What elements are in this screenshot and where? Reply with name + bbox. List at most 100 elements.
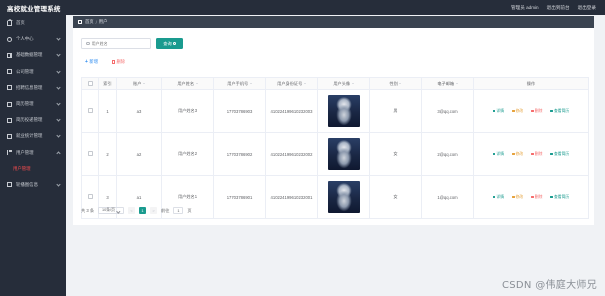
row-select-cell[interactable]: [81, 132, 99, 176]
delete-row-button[interactable]: 删除: [531, 109, 542, 114]
sidebar-item-personal-center[interactable]: 个人中心: [0, 31, 66, 47]
sort-icon[interactable]: [399, 82, 402, 84]
column-header-phone[interactable]: 用户手机号: [213, 77, 266, 90]
view-resume-button[interactable]: 查看简历: [550, 152, 569, 157]
sort-icon[interactable]: [303, 82, 306, 84]
trash-icon: [112, 60, 116, 64]
logout-link[interactable]: 退出登录: [578, 5, 596, 11]
home-icon: [78, 20, 82, 24]
cell-gender: 女: [369, 132, 422, 176]
detail-button[interactable]: 详情: [492, 152, 504, 157]
sort-icon[interactable]: [195, 82, 198, 84]
sort-icon[interactable]: [351, 82, 354, 84]
detail-icon: [492, 152, 496, 156]
cell-idcard: 410224199610232002: [265, 132, 318, 176]
row-checkbox[interactable]: [87, 108, 93, 113]
goto-page-input[interactable]: 1: [173, 207, 184, 214]
view-resume-button[interactable]: 查看简历: [550, 195, 569, 200]
search-button[interactable]: 查询: [156, 38, 183, 49]
cell-avatar: [317, 132, 370, 176]
search-icon: [172, 42, 176, 45]
back-to-frontend-link[interactable]: 退出到前台: [547, 5, 570, 11]
edit-icon: [512, 195, 515, 199]
breadcrumb-separator: /: [95, 19, 97, 25]
column-header-avatar[interactable]: 用户头像: [317, 77, 370, 90]
chevron-down-icon: [56, 133, 61, 138]
detail-button[interactable]: 详情: [492, 195, 504, 200]
breadcrumb-home[interactable]: 首页: [85, 19, 94, 25]
select-all-checkbox[interactable]: [87, 80, 93, 86]
page-suffix-label: 页: [187, 207, 192, 213]
cell-operations: 详情 修改 删除 查看简历: [473, 132, 589, 176]
detail-icon: [492, 195, 496, 199]
row-select-cell[interactable]: [81, 89, 99, 133]
sidebar-item-carousel[interactable]: 轮播图信息: [0, 177, 66, 193]
sidebar-item-label: 首页: [16, 20, 25, 26]
sidebar-subitem-user-management[interactable]: 用户管理: [0, 161, 66, 177]
document-icon: [7, 101, 12, 107]
search-input[interactable]: [91, 41, 147, 46]
sidebar-item-label: 招聘信息管理: [16, 84, 43, 90]
sidebar-item-user-management[interactable]: 用户管理: [0, 145, 66, 161]
chevron-down-icon: [56, 36, 61, 41]
sidebar-item-resume-delivery[interactable]: 简历投递管理: [0, 112, 66, 128]
select-all-cell[interactable]: [81, 77, 99, 90]
app-title: 高校就业管理系统: [7, 5, 61, 13]
sidebar-item-recruitment[interactable]: 招聘信息管理: [0, 80, 66, 96]
column-header-email[interactable]: 电子邮箱: [421, 77, 474, 90]
trash-icon: [531, 109, 534, 113]
view-resume-button[interactable]: 查看简历: [550, 109, 569, 114]
cell-account: a3: [116, 89, 162, 133]
column-header-account[interactable]: 账户: [116, 77, 162, 90]
row-checkbox[interactable]: [87, 194, 93, 199]
goto-label: 前往: [161, 207, 170, 213]
cell-idcard: 410224199610232001: [265, 175, 318, 219]
sort-icon[interactable]: [142, 82, 145, 84]
delete-button[interactable]: 删除: [112, 59, 125, 65]
cell-avatar: [317, 175, 370, 219]
detail-button[interactable]: 详情: [492, 109, 504, 114]
resume-icon: [550, 195, 553, 199]
add-button-label: 新增: [89, 59, 99, 64]
avatar: [327, 180, 360, 213]
search-icon: [86, 41, 90, 46]
next-page-button[interactable]: >: [150, 207, 158, 214]
sidebar-item-label: 基础数据管理: [16, 52, 43, 58]
column-header-operations: 操作: [473, 77, 589, 90]
chevron-down-icon: [56, 85, 61, 90]
edit-button[interactable]: 修改: [512, 152, 523, 157]
sidebar-item-label: 简历投递管理: [16, 117, 43, 123]
page-size-select[interactable]: 10条/页: [98, 207, 125, 214]
document-icon: [7, 117, 12, 123]
column-header-name[interactable]: 用户姓名: [161, 77, 214, 90]
column-header-idcard[interactable]: 用户身份证号: [265, 77, 318, 90]
prev-page-button[interactable]: <: [128, 207, 136, 214]
add-button[interactable]: + 新增: [85, 59, 98, 65]
sidebar-item-resume[interactable]: 简历管理: [0, 96, 66, 112]
sidebar-item-employment-stats[interactable]: 就业统计管理: [0, 128, 66, 144]
sidebar-item-base-data[interactable]: 基础数据管理: [0, 47, 66, 63]
column-header-index: 索引: [98, 77, 117, 90]
cell-gender: 男: [369, 89, 422, 133]
detail-icon: [492, 109, 496, 113]
sort-icon[interactable]: [249, 82, 252, 84]
document-icon: [7, 69, 12, 75]
cell-phone: 17703786902: [213, 132, 266, 176]
edit-button[interactable]: 修改: [512, 195, 523, 200]
delete-row-button[interactable]: 删除: [531, 195, 542, 200]
chevron-down-icon: [56, 117, 61, 122]
search-field[interactable]: [81, 38, 151, 49]
sidebar-item-home[interactable]: 首页: [0, 15, 66, 31]
page-number-current[interactable]: 1: [139, 207, 147, 214]
edit-button[interactable]: 修改: [512, 109, 523, 114]
column-header-gender[interactable]: 性别: [369, 77, 422, 90]
sidebar-item-label: 就业统计管理: [16, 133, 43, 139]
sort-icon[interactable]: [455, 82, 458, 84]
cell-phone: 17703786903: [213, 89, 266, 133]
delete-button-label: 删除: [116, 59, 126, 64]
cell-operations: 详情 修改 删除 查看简历: [473, 175, 589, 219]
sidebar-item-company[interactable]: 公司管理: [0, 64, 66, 80]
table-header-row: 索引 账户 用户姓名 用户手机号 用户身份证号 用户头像 性别 电子邮箱 操作: [81, 77, 589, 90]
delete-row-button[interactable]: 删除: [531, 152, 542, 157]
row-checkbox[interactable]: [87, 151, 93, 156]
